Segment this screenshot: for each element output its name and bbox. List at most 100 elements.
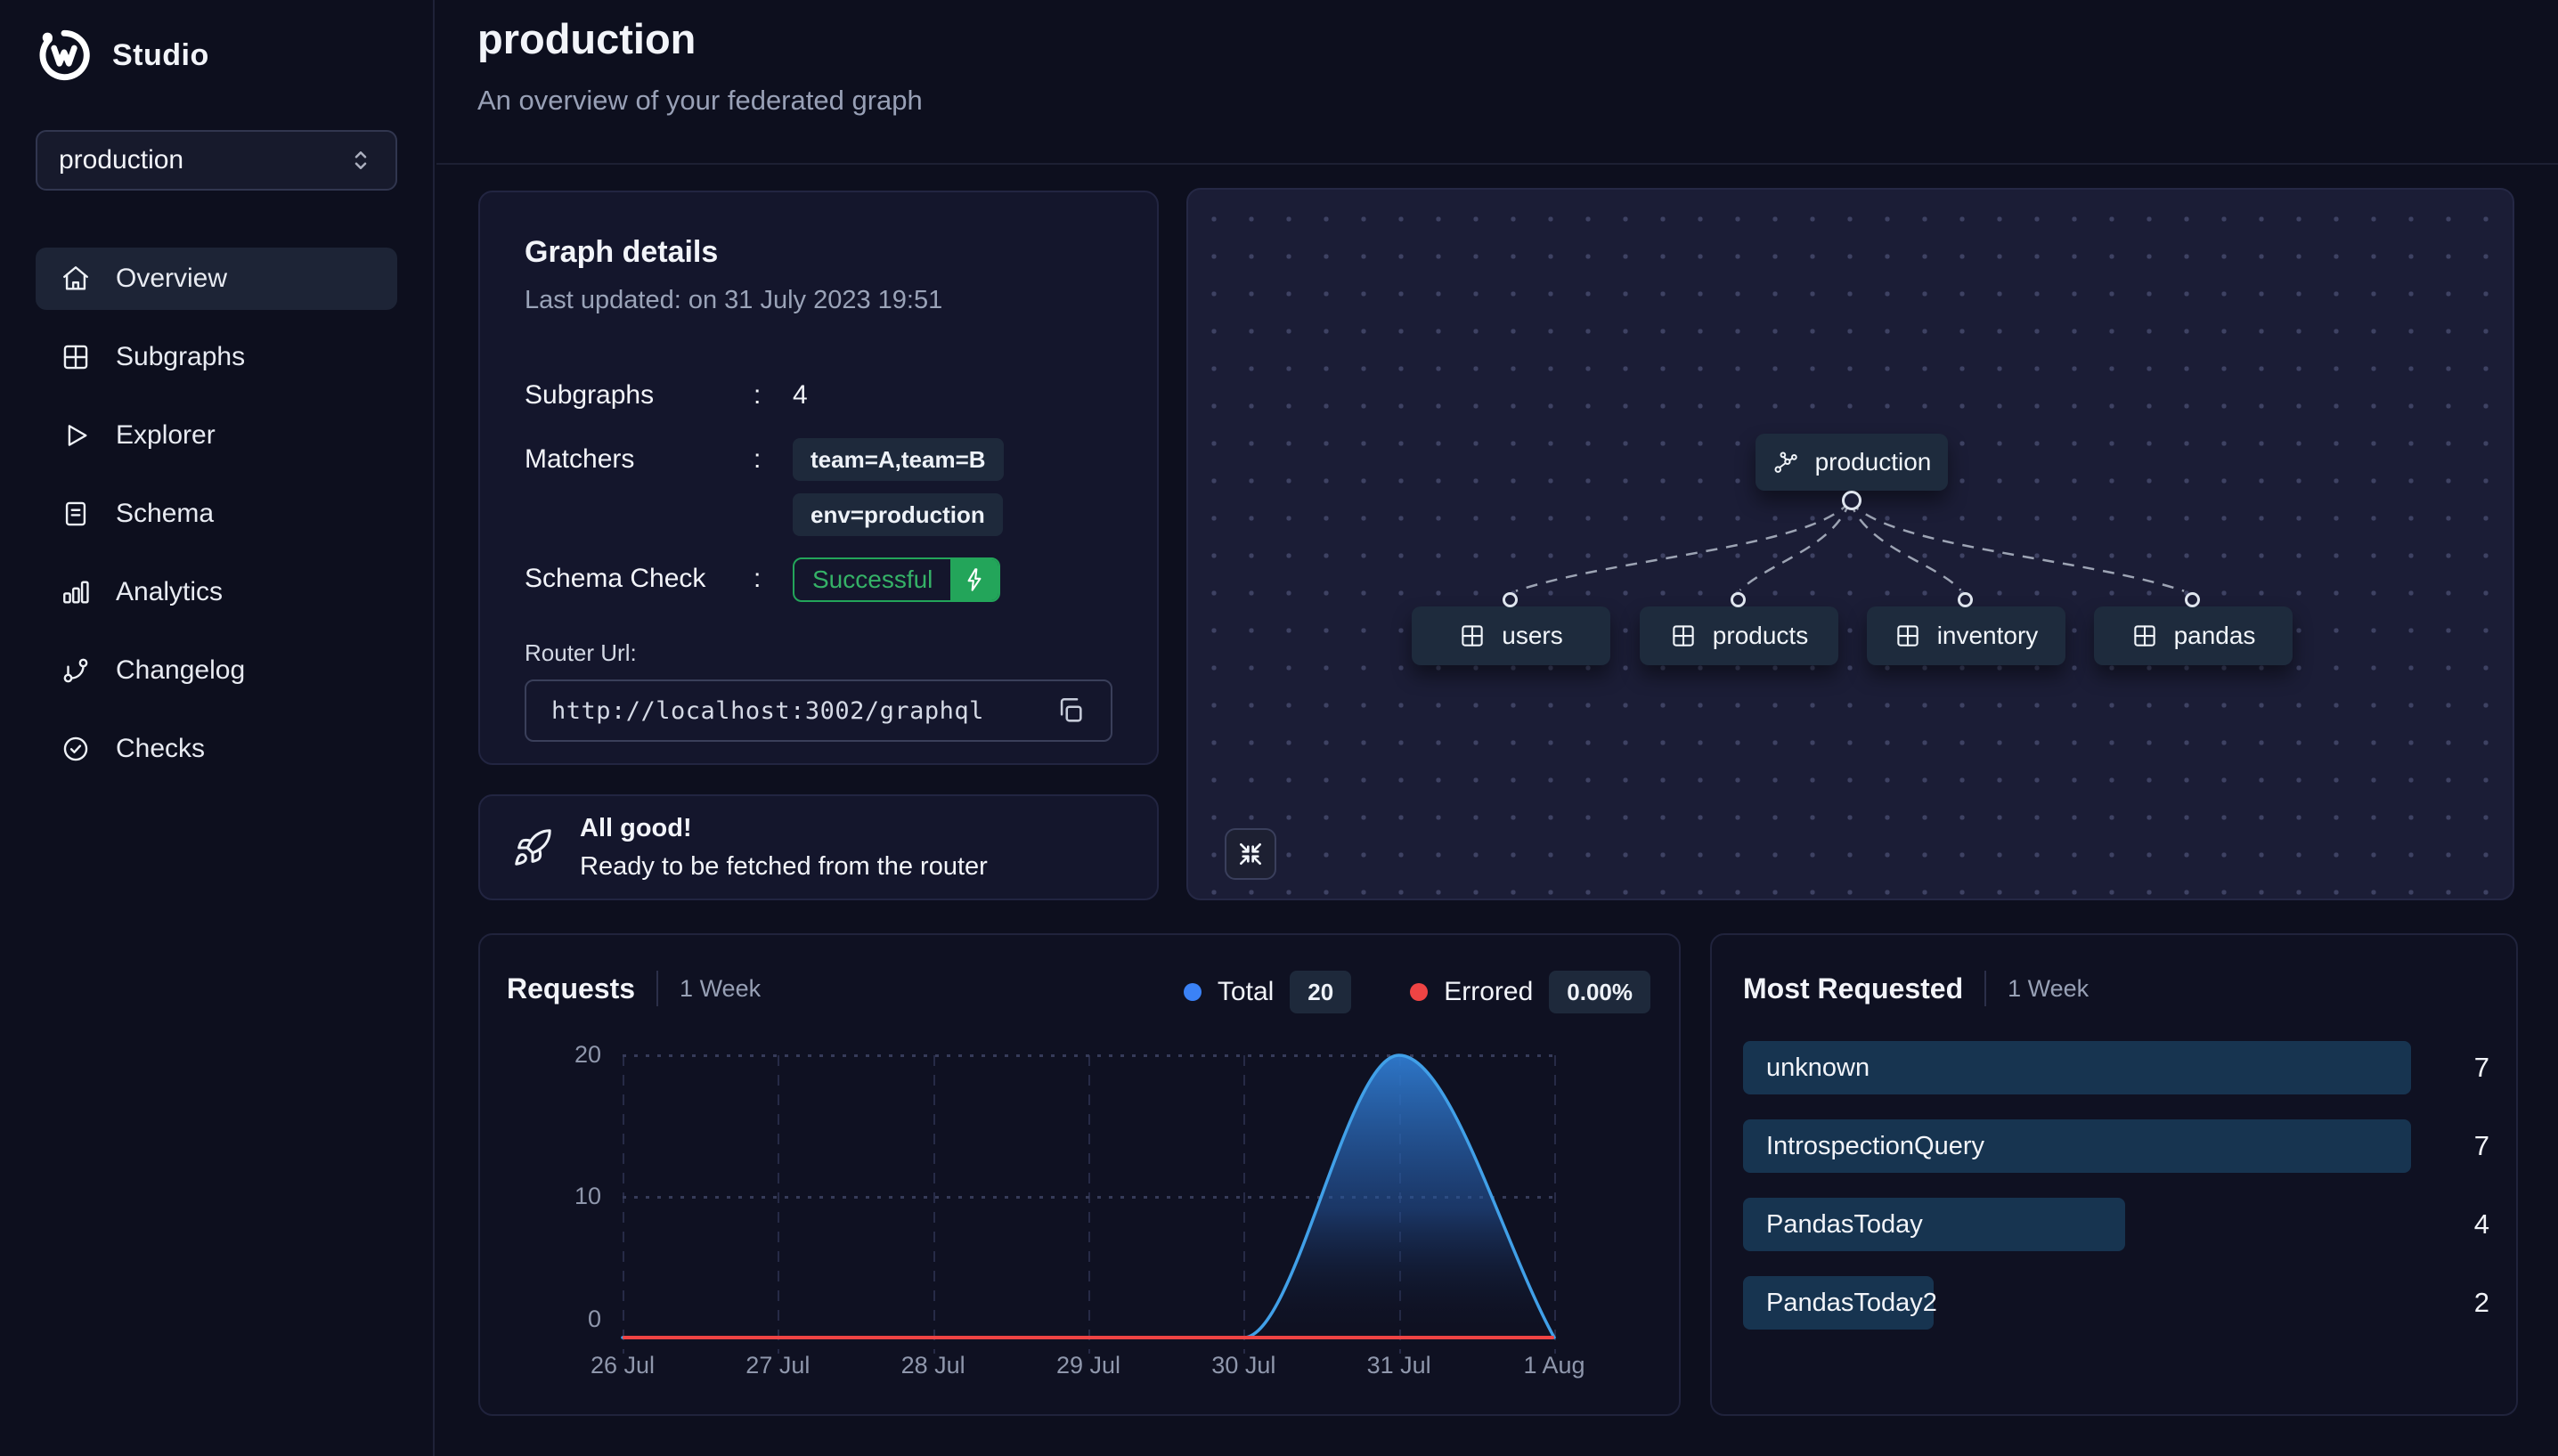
copy-button[interactable] — [1055, 695, 1086, 726]
status-card: All good! Ready to be fetched from the r… — [478, 794, 1159, 900]
graph-canvas[interactable]: production users products inventory — [1186, 188, 2514, 900]
errored-legend-dot — [1410, 983, 1428, 1001]
graph-node-users[interactable]: users — [1412, 606, 1610, 665]
requests-chart: 26 Jul27 Jul28 Jul29 Jul30 Jul31 Jul1 Au… — [623, 1055, 1554, 1338]
operation-count: 2 — [2425, 1287, 2489, 1319]
router-url-box: http://localhost:3002/graphql — [525, 679, 1112, 742]
sidebar-item-label: Changelog — [116, 655, 245, 686]
sidebar-item-label: Subgraphs — [116, 342, 245, 372]
node-handle[interactable] — [1503, 592, 1518, 607]
divider — [656, 971, 658, 1006]
sidebar-item-label: Overview — [116, 264, 227, 294]
node-handle[interactable] — [1731, 592, 1746, 607]
graph-node-production[interactable]: production — [1756, 434, 1948, 491]
subgraphs-label: Subgraphs — [525, 374, 754, 417]
operation-bar[interactable]: PandasToday2 — [1743, 1276, 1934, 1330]
x-tick-label: 27 Jul — [745, 1352, 810, 1379]
matcher-badge: env=production — [793, 493, 1003, 536]
sidebar-item-analytics[interactable]: Analytics — [36, 561, 397, 623]
graph-node-inventory[interactable]: inventory — [1867, 606, 2065, 665]
sidebar-item-explorer[interactable]: Explorer — [36, 404, 397, 467]
graph-node-label: users — [1502, 622, 1562, 650]
router-url-value: http://localhost:3002/graphql — [551, 697, 984, 725]
git-branch-icon — [61, 655, 91, 686]
table-grid-icon — [1894, 622, 1921, 649]
matchers-label: Matchers — [525, 438, 754, 481]
total-value-badge: 20 — [1290, 971, 1351, 1013]
sidebar-item-subgraphs[interactable]: Subgraphs — [36, 326, 397, 388]
x-tick-label: 31 Jul — [1367, 1352, 1431, 1379]
x-gridline — [1554, 1055, 1556, 1354]
graph-edges — [1188, 190, 2513, 899]
page-header: production An overview of your federated… — [477, 14, 923, 117]
header-divider — [436, 163, 2558, 165]
sidebar-item-label: Checks — [116, 734, 205, 764]
sidebar-item-label: Schema — [116, 499, 214, 529]
node-handle[interactable] — [2185, 592, 2200, 607]
table-grid-icon — [2131, 622, 2158, 649]
x-tick-label: 28 Jul — [901, 1352, 965, 1379]
schema-check-status: Successful — [794, 559, 950, 600]
page-subtitle: An overview of your federated graph — [477, 85, 923, 117]
node-handle[interactable] — [1958, 592, 1973, 607]
x-tick-label: 30 Jul — [1211, 1352, 1275, 1379]
total-area-series — [623, 1055, 1554, 1338]
schema-check-row: Schema Check : Successful — [525, 557, 1112, 602]
fit-view-button[interactable] — [1225, 828, 1276, 880]
router-url-label: Router Url: — [525, 639, 1112, 667]
schema-check-label: Schema Check — [525, 557, 754, 600]
last-updated-text: Last updated: on 31 July 2023 19:51 — [525, 286, 1112, 315]
wundergraph-logo-icon — [36, 27, 93, 84]
requests-title: Requests — [507, 972, 635, 1005]
y-tick-label: 10 — [574, 1183, 601, 1210]
y-tick-label: 20 — [574, 1041, 601, 1069]
node-handle[interactable] — [1842, 491, 1861, 510]
graph-node-products[interactable]: products — [1640, 606, 1838, 665]
most-requested-panel: Most Requested 1 Week unknown 7 Introspe… — [1710, 933, 2518, 1416]
studio-dashboard: { "app": { "name": "Studio" }, "sidebar"… — [0, 0, 2558, 1456]
check-circle-icon — [61, 734, 91, 764]
list-item: unknown 7 — [1743, 1041, 2489, 1094]
bar-chart-icon — [61, 577, 91, 607]
graph-details-title: Graph details — [525, 235, 1112, 270]
most-requested-title: Most Requested — [1743, 972, 1963, 1005]
shrink-arrows-icon — [1236, 840, 1265, 868]
home-icon — [61, 264, 91, 294]
graph-select-value: production — [59, 145, 183, 175]
graph-node-label: inventory — [1937, 622, 2039, 650]
sidebar: Studio production Overview Subgraphs — [0, 0, 435, 1456]
table-grid-icon — [61, 342, 91, 372]
sidebar-item-overview[interactable]: Overview — [36, 248, 397, 310]
chevrons-up-down-icon — [347, 147, 374, 174]
app-logo[interactable]: Studio — [36, 21, 397, 89]
operation-bar[interactable]: PandasToday — [1743, 1198, 2125, 1251]
most-requested-period: 1 Week — [2008, 975, 2089, 1003]
operation-count: 4 — [2425, 1208, 2489, 1240]
copy-icon — [1055, 695, 1086, 726]
operation-bar[interactable]: IntrospectionQuery — [1743, 1119, 2411, 1173]
schema-check-badge[interactable]: Successful — [793, 557, 1000, 602]
play-icon — [61, 420, 91, 451]
matcher-badge: team=A,team=B — [793, 438, 1004, 481]
chart-legend: Total 20 Errored 0.00% — [1184, 971, 1650, 1013]
graph-node-label: products — [1713, 622, 1808, 650]
sidebar-item-schema[interactable]: Schema — [36, 483, 397, 545]
list-item: PandasToday2 2 — [1743, 1276, 2489, 1330]
requests-panel: Requests 1 Week Total 20 Errored 0.00% 2… — [478, 933, 1681, 1416]
x-tick-label: 26 Jul — [591, 1352, 655, 1379]
operation-count: 7 — [2425, 1052, 2489, 1084]
errored-value-badge: 0.00% — [1549, 971, 1650, 1013]
sidebar-item-checks[interactable]: Checks — [36, 718, 397, 780]
graph-select[interactable]: production — [36, 130, 397, 191]
graph-node-pandas[interactable]: pandas — [2094, 606, 2293, 665]
operation-count: 7 — [2425, 1130, 2489, 1162]
requests-period: 1 Week — [680, 975, 761, 1003]
sidebar-item-changelog[interactable]: Changelog — [36, 639, 397, 702]
sidebar-item-label: Explorer — [116, 420, 216, 451]
app-title: Studio — [112, 38, 209, 73]
subgraphs-count: 4 — [793, 374, 1112, 417]
operation-bar[interactable]: unknown — [1743, 1041, 2411, 1094]
divider — [1984, 971, 1986, 1006]
table-grid-icon — [1670, 622, 1697, 649]
y-tick-label: 0 — [588, 1306, 601, 1333]
